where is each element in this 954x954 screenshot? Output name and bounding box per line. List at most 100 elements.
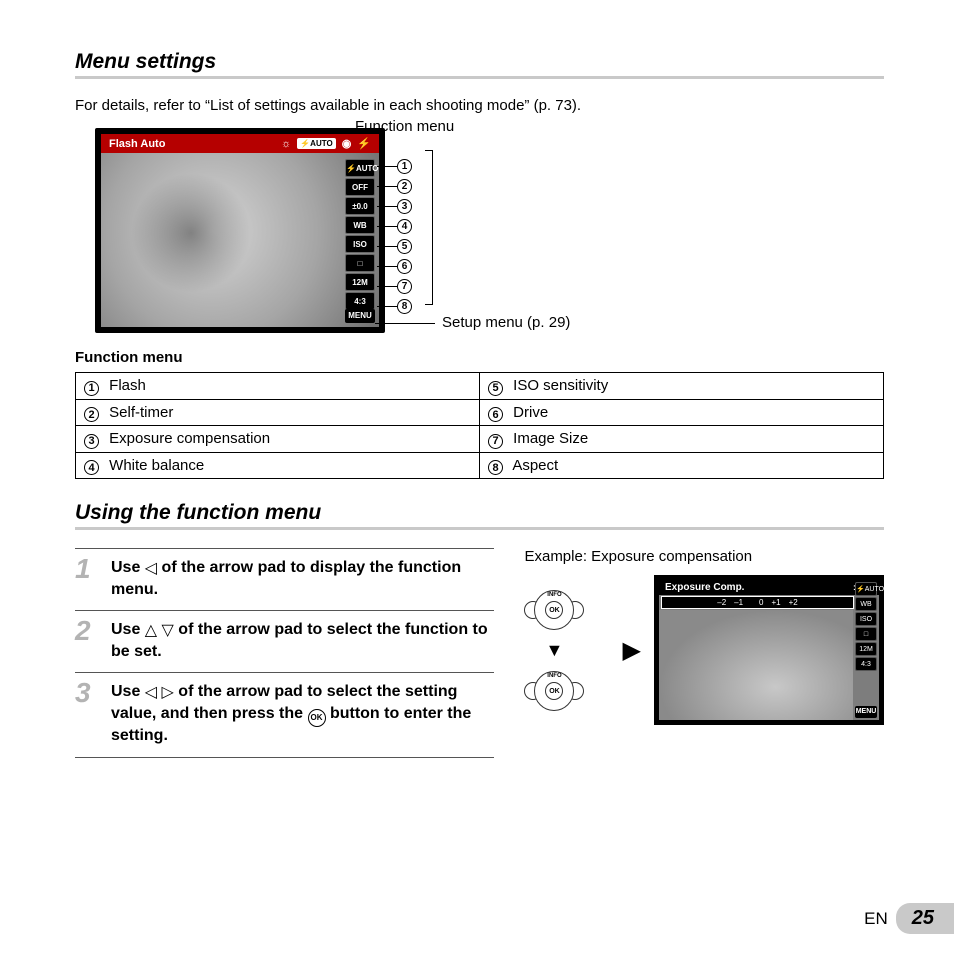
lcd-title-bar: Flash Auto ☼ ⚡AUTO ◉ ⚡	[101, 134, 379, 153]
lcd-side-item: ISO AUTO	[345, 235, 375, 253]
callout-row: 1	[377, 157, 412, 176]
callout-number: 2	[397, 179, 412, 194]
callout-number: 4	[397, 219, 412, 234]
heading-text: Using the function menu	[75, 501, 321, 525]
menu-tag: MENU	[345, 309, 375, 323]
step: 3Use ◁ ▷ of the arrow pad to select the …	[75, 672, 494, 758]
lamp-icon: ☼	[281, 138, 291, 150]
steps-area: 1Use ◁ of the arrow pad to display the f…	[75, 548, 884, 758]
arrow-pad-icon: INFO OK	[524, 667, 584, 715]
mini-side-item: WB AUTO	[855, 597, 877, 611]
mini-menu-tag: MENU	[855, 706, 877, 718]
lcd-photo-preview	[101, 153, 379, 327]
intro-text: For details, refer to “List of settings …	[75, 97, 884, 114]
table-cell: 7 Image Size	[480, 426, 884, 453]
lcd-title-text: Flash Auto	[109, 138, 165, 150]
step-text: Use ◁ of the arrow pad to display the fu…	[111, 555, 494, 600]
heading-text: Menu settings	[75, 50, 216, 74]
callout-bracket	[425, 150, 433, 305]
row-number: 4	[84, 460, 99, 475]
setup-menu-label: Setup menu (p. 29)	[442, 314, 570, 331]
step-text: Use ◁ ▷ of the arrow pad to select the s…	[111, 679, 494, 747]
mini-lcd-scale: –2 –1 0 +1 +2	[661, 596, 854, 609]
callout-number: 7	[397, 279, 412, 294]
function-menu-table-title: Function menu	[75, 349, 884, 366]
callout-row: 4	[377, 217, 412, 236]
flash-icon: ⚡	[357, 137, 371, 150]
controls-illustration: INFO OK ▼ INFO OK	[524, 586, 584, 715]
table-row: 4 White balance8 Aspect	[76, 452, 884, 479]
ok-button-icon: OK	[308, 709, 326, 727]
flash-auto-icon: ⚡AUTO	[297, 138, 335, 149]
row-number: 3	[84, 434, 99, 449]
table-cell: 1 Flash	[76, 373, 480, 400]
lcd-side-item: WB AUTO	[345, 216, 375, 234]
callout-row: 5	[377, 237, 412, 256]
example-label: Example: Exposure compensation	[524, 548, 884, 565]
callout-row: 2	[377, 177, 412, 196]
table-cell: 6 Drive	[480, 399, 884, 426]
table-cell: 2 Self-timer	[76, 399, 480, 426]
lcd-side-icons: ⚡AUTOOFF±0.0WB AUTOISO AUTO□12M4:3	[345, 159, 375, 310]
row-number: 6	[488, 407, 503, 422]
setup-lead-line	[375, 323, 435, 324]
lcd-side-item: ⚡AUTO	[345, 159, 375, 177]
mini-lcd-title: Exposure Comp. ±0.0	[659, 580, 879, 595]
down-arrow-icon: ▼	[546, 640, 564, 661]
callout-number: 1	[397, 159, 412, 174]
step: 2Use △ ▽ of the arrow pad to select the …	[75, 610, 494, 672]
lcd-side-item: ±0.0	[345, 197, 375, 215]
table-cell: 5 ISO sensitivity	[480, 373, 884, 400]
arrow-pad-icon: INFO OK	[524, 586, 584, 634]
function-menu-table: 1 Flash5 ISO sensitivity2 Self-timer6 Dr…	[75, 372, 884, 479]
callout-number: 8	[397, 299, 412, 314]
arrow-glyph: ◁ ▷	[145, 682, 174, 704]
mini-lcd-screen: Exposure Comp. ±0.0 –2 –1 0 +1 +2 ⚡AUTOW…	[654, 575, 884, 725]
callout-row: 8	[377, 297, 412, 316]
row-number: 1	[84, 381, 99, 396]
arrow-glyph: ◁	[145, 558, 157, 580]
callout-numbers: 1 2 3 4 5 6 7 8	[377, 157, 412, 316]
lcd-side-item: 4:3	[345, 292, 375, 310]
step-text: Use △ ▽ of the arrow pad to select the f…	[111, 617, 494, 662]
table-cell: 3 Exposure compensation	[76, 426, 480, 453]
mini-side-item: ⚡AUTO	[855, 582, 877, 596]
lcd-side-item: □	[345, 254, 375, 272]
callout-number: 6	[397, 259, 412, 274]
step-number: 2	[75, 617, 101, 662]
callout-row: 6	[377, 257, 412, 276]
callout-row: 7	[377, 277, 412, 296]
callout-number: 5	[397, 239, 412, 254]
lcd-side-item: 12M	[345, 273, 375, 291]
diagram: Function menu Flash Auto ☼ ⚡AUTO ◉ ⚡ ⚡AU…	[75, 128, 884, 333]
right-arrow-icon: ▶	[622, 636, 640, 665]
step-number: 1	[75, 555, 101, 600]
row-number: 8	[488, 460, 503, 475]
page-number: 25	[896, 903, 954, 934]
steps-list: 1Use ◁ of the arrow pad to display the f…	[75, 548, 494, 758]
camera-lcd-screen: Flash Auto ☼ ⚡AUTO ◉ ⚡ ⚡AUTOOFF±0.0WB AU…	[95, 128, 385, 333]
eye-icon: ◉	[342, 137, 352, 150]
step-number: 3	[75, 679, 101, 747]
language-code: EN	[864, 909, 888, 929]
heading-using-function-menu: Using the function menu	[75, 501, 884, 530]
table-row: 3 Exposure compensation7 Image Size	[76, 426, 884, 453]
mini-lcd-photo	[659, 610, 853, 720]
row-number: 5	[488, 381, 503, 396]
lcd-title-icons: ☼ ⚡AUTO ◉ ⚡	[281, 137, 371, 150]
mini-side-item: 4:3	[855, 657, 877, 671]
page-footer: EN 25	[864, 903, 954, 934]
row-number: 7	[488, 434, 503, 449]
mini-side-item: ISO AUTO	[855, 612, 877, 626]
heading-menu-settings: Menu settings	[75, 50, 884, 79]
example-panel: Example: Exposure compensation INFO OK ▼…	[524, 548, 884, 758]
callout-row: 3	[377, 197, 412, 216]
step: 1Use ◁ of the arrow pad to display the f…	[75, 548, 494, 610]
mini-side-item: □	[855, 627, 877, 641]
mini-side-item: 12M	[855, 642, 877, 656]
arrow-glyph: △ ▽	[145, 620, 174, 642]
row-number: 2	[84, 407, 99, 422]
table-row: 1 Flash5 ISO sensitivity	[76, 373, 884, 400]
mini-lcd-side-icons: ⚡AUTOWB AUTOISO AUTO□12M4:3	[855, 582, 877, 671]
table-row: 2 Self-timer6 Drive	[76, 399, 884, 426]
